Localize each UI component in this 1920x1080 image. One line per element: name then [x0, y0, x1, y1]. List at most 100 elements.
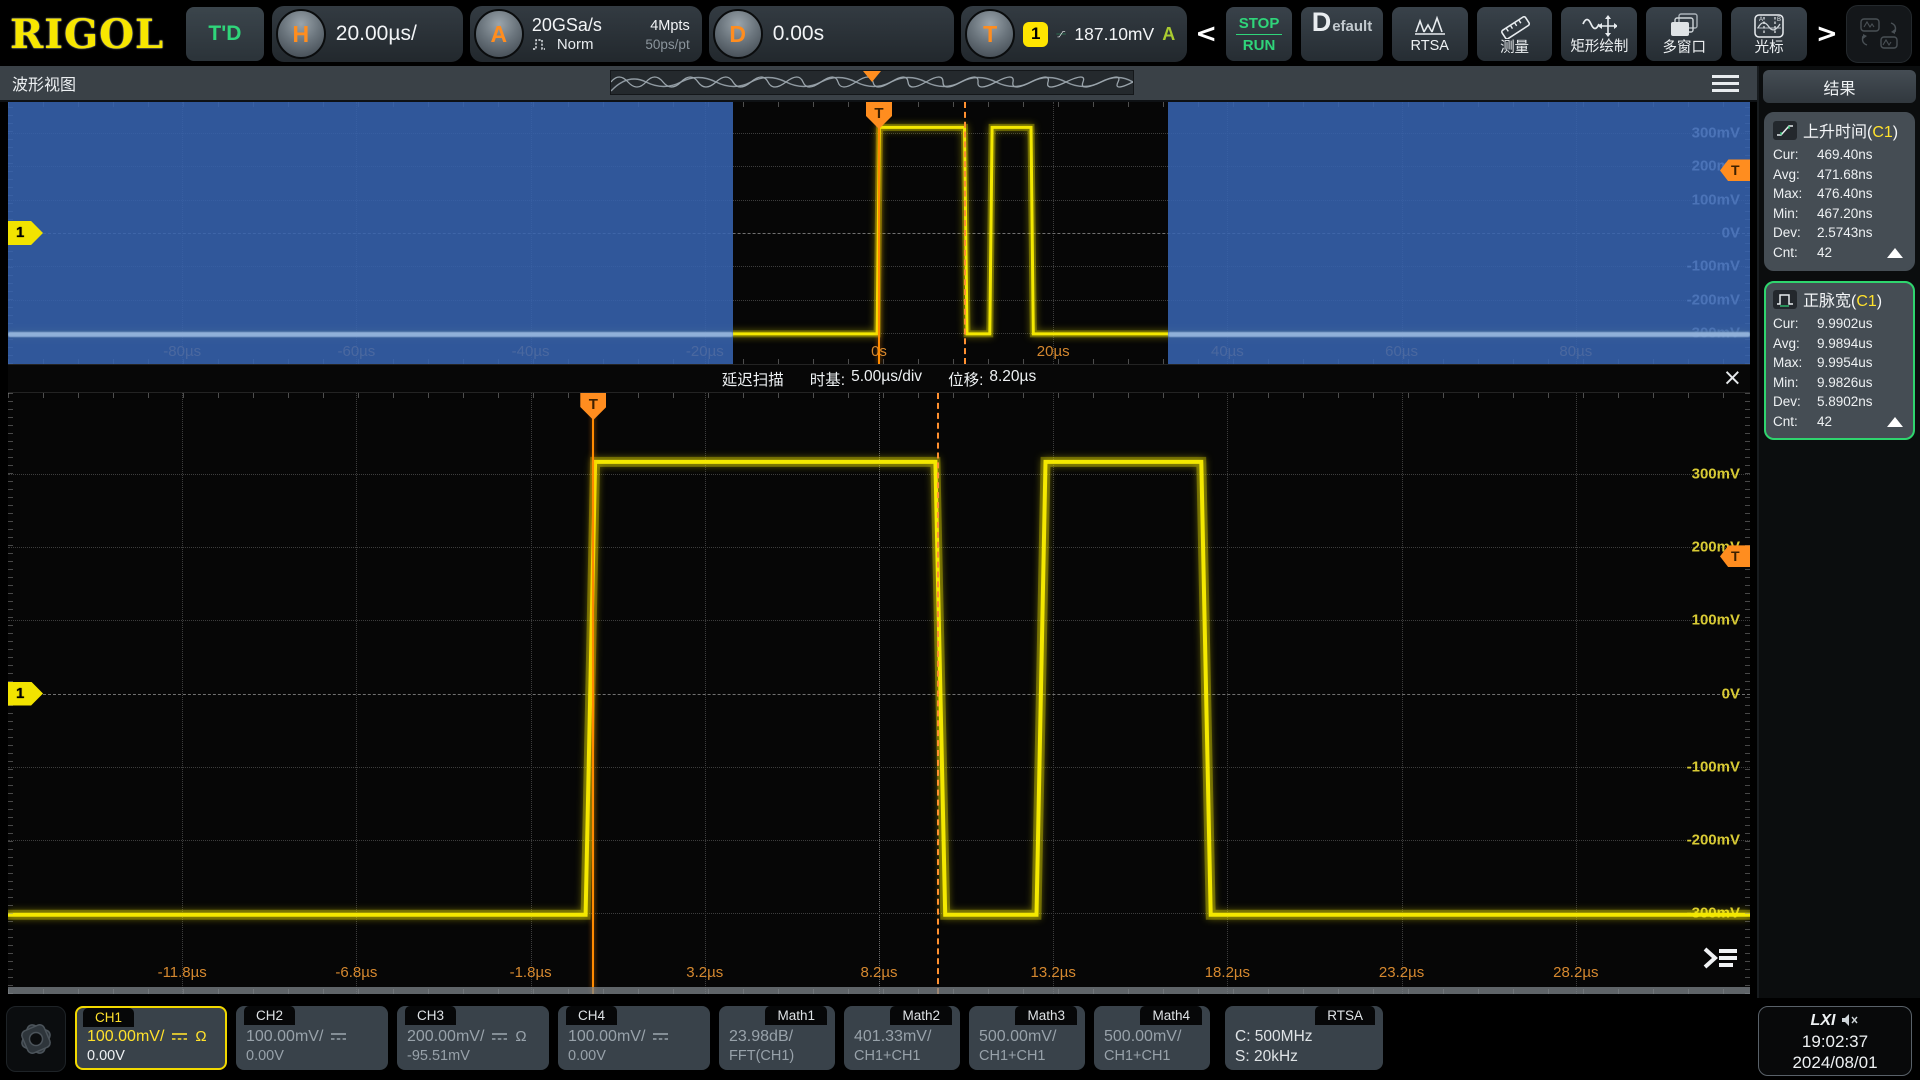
stat-label: Cur: — [1773, 314, 1817, 334]
horizontal-position-control[interactable]: D 0.00s — [709, 6, 954, 62]
channel-tab: CH2 — [244, 1006, 295, 1025]
stat-value: 42 — [1817, 243, 1832, 263]
math-tab: Math2 — [890, 1006, 952, 1025]
math-card-math3[interactable]: Math3500.00mV/CH1+CH1 — [969, 1006, 1085, 1070]
channel-card-ch2[interactable]: CH2100.00mV/0.00V — [236, 1006, 388, 1070]
channel-cards: CH1100.00mV/Ω0.00VCH2100.00mV/0.00VCH320… — [75, 1006, 710, 1070]
trigger-level-value: 187.10mV — [1074, 24, 1154, 45]
offset-label: 位移: — [948, 368, 983, 390]
rtsa-label: RTSA — [1411, 39, 1449, 54]
math-tab: Math1 — [765, 1006, 827, 1025]
rtsa-card[interactable]: RTSA C: 500MHz S: 20kHz — [1225, 1006, 1383, 1070]
measurement-row: Max:9.9954us — [1773, 353, 1906, 373]
run-stop-button[interactable]: STOP RUN — [1225, 6, 1293, 62]
trigger-control[interactable]: T 1 187.10mV A — [961, 6, 1187, 62]
stat-label: Avg: — [1773, 334, 1817, 354]
measurement-source: C1 — [1856, 293, 1876, 310]
menu-icon[interactable] — [1712, 75, 1739, 92]
measurement-card[interactable]: 正脉宽(C1)Cur:9.9902usAvg:9.9894usMax:9.995… — [1764, 281, 1915, 440]
trigger-sweep-mode: A — [1162, 24, 1175, 45]
stat-value: 9.9894us — [1817, 334, 1873, 354]
speaker-muted-icon — [1841, 1013, 1859, 1027]
trigger-position-line — [878, 102, 880, 364]
math-operation: FFT(CH1) — [729, 1047, 825, 1066]
unzoomed-region-overlay — [8, 102, 733, 364]
collapse-triangle-icon[interactable] — [1887, 248, 1903, 258]
expand-chevron-icon[interactable]: > — [1815, 19, 1839, 49]
cursor-button[interactable]: A B 光标 — [1730, 6, 1808, 62]
dimmed-baseline-trace — [1168, 332, 1750, 337]
offset-value: 8.20µs — [989, 368, 1036, 390]
stat-label: Cur: — [1773, 145, 1817, 165]
results-panel: 结果 上升时间(C1)Cur:469.40nsAvg:471.68nsMax:4… — [1757, 66, 1920, 998]
cursor-label: 光标 — [1755, 41, 1784, 56]
measurement-card[interactable]: 上升时间(C1)Cur:469.40nsAvg:471.68nsMax:476.… — [1764, 112, 1915, 271]
default-setup-button[interactable]: Default — [1300, 6, 1384, 62]
system-time: 19:02:37 — [1802, 1031, 1868, 1052]
math-card-math1[interactable]: Math123.98dB/FFT(CH1) — [719, 1006, 835, 1070]
math-card-math2[interactable]: Math2401.33mV/CH1+CH1 — [844, 1006, 960, 1070]
channel-card-ch3[interactable]: CH3200.00mV/Ω-95.51mV — [397, 1006, 549, 1070]
status-clock-card[interactable]: LXI 19:02:37 2024/08/01 — [1758, 1006, 1912, 1076]
math-card-math4[interactable]: Math4500.00mV/CH1+CH1 — [1094, 1006, 1210, 1070]
svg-text:B: B — [1777, 17, 1781, 23]
channel-card-ch4[interactable]: CH4100.00mV/0.00V — [558, 1006, 710, 1070]
acquisition-control[interactable]: A 20GSa/s Norm 4Mpts 50ps/pt — [470, 6, 702, 62]
stacked-windows-icon — [1669, 13, 1699, 39]
oscilloscope-screen: RIGOL T'D H 20.00µs/ A 20GSa/s Norm 4Mpt… — [0, 0, 1920, 1080]
channel-tab: CH1 — [83, 1008, 134, 1027]
trigger-knob[interactable]: T — [965, 9, 1015, 59]
measurement-row: Cnt:42 — [1773, 412, 1906, 432]
chart-menu-expand-icon[interactable] — [1702, 943, 1740, 978]
mode-switch-button[interactable] — [1846, 5, 1912, 63]
divider — [1236, 34, 1282, 35]
stat-value: 9.9826us — [1817, 373, 1873, 393]
record-position-strip[interactable] — [610, 70, 1134, 95]
math-tab: Math3 — [1015, 1006, 1077, 1025]
stat-value: 467.20ns — [1817, 204, 1873, 224]
channel-offset: 0.00V — [87, 1047, 215, 1066]
stat-value: 469.40ns — [1817, 145, 1873, 165]
collapse-triangle-icon[interactable] — [1887, 417, 1903, 427]
delay-knob[interactable]: D — [713, 9, 763, 59]
default-rest: efault — [1332, 18, 1372, 35]
unzoomed-region-overlay — [1168, 102, 1750, 364]
stat-label: Max: — [1773, 184, 1817, 204]
channel-scale: 200.00mV/ — [407, 1026, 484, 1047]
waveform-view-title: 波形视图 — [12, 71, 76, 95]
impedance-label: Ω — [515, 1026, 526, 1047]
acquire-knob[interactable]: A — [474, 9, 524, 59]
close-zoom-button[interactable]: × — [1723, 365, 1742, 392]
overview-chart[interactable]: -80µs-60µs-40µs-20µs0s20µs40µs60µs80µs30… — [8, 102, 1750, 364]
horizontal-timebase-control[interactable]: H 20.00µs/ — [272, 6, 463, 62]
acquisition-mode: Norm — [557, 37, 594, 52]
channel-offset: 0.00V — [246, 1047, 378, 1066]
measure-button[interactable]: 测量 — [1476, 6, 1554, 62]
stat-label: Dev: — [1773, 392, 1817, 412]
math-tab: Math4 — [1140, 1006, 1202, 1025]
draw-wave-icon — [1581, 14, 1617, 38]
delayed-sweep-chart[interactable]: -11.8µs-6.8µs-1.8µs3.2µs8.2µs13.2µs18.2µ… — [8, 393, 1750, 994]
trigger-position-marker-icon[interactable] — [863, 71, 881, 91]
measure-label: 测量 — [1500, 41, 1529, 56]
gear-icon — [15, 1018, 57, 1060]
rect-draw-button[interactable]: 矩形绘制 — [1560, 6, 1638, 62]
sample-resolution: 50ps/pt — [645, 38, 689, 52]
horizontal-position-value: 0.00s — [773, 22, 824, 46]
measurement-row: Cnt:42 — [1773, 243, 1906, 263]
trigger-status-button[interactable]: T'D — [185, 6, 265, 62]
stat-value: 5.8902ns — [1817, 392, 1873, 412]
horizontal-scrollbar[interactable] — [8, 987, 1750, 994]
cursor-ab-icon: A B — [1753, 13, 1785, 39]
collapse-chevron-icon[interactable]: < — [1194, 19, 1218, 49]
settings-gear-button[interactable] — [6, 1006, 66, 1072]
right-tick-ruler — [1745, 393, 1750, 994]
rtsa-button[interactable]: RTSA — [1391, 6, 1469, 62]
horizontal-knob[interactable]: H — [276, 9, 326, 59]
math-scale: 500.00mV/ — [1104, 1026, 1200, 1047]
dc-coupling-icon — [330, 1031, 347, 1042]
channel-card-ch1[interactable]: CH1100.00mV/Ω0.00V — [75, 1006, 227, 1070]
channel-offset: -95.51mV — [407, 1047, 539, 1066]
math-operation: CH1+CH1 — [1104, 1047, 1200, 1066]
multi-window-button[interactable]: 多窗口 — [1645, 6, 1723, 62]
